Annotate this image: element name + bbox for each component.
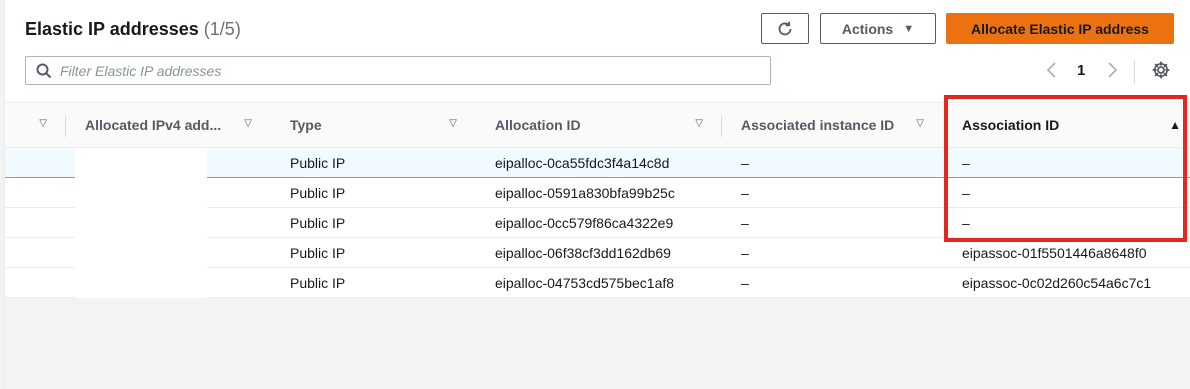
row-select-cell[interactable] [5, 267, 65, 298]
column-header-allocation-id[interactable]: Allocation ID ▽ [475, 102, 721, 148]
instance-id-cell: – [721, 147, 942, 178]
allocation-id-cell[interactable]: eipalloc-0591a830bfa99b25c [475, 177, 721, 208]
column-header-type[interactable]: Type ▽ [270, 102, 475, 148]
chevron-left-icon [1046, 62, 1056, 78]
gear-icon [1152, 61, 1170, 79]
previous-page-button[interactable] [1045, 60, 1059, 85]
association-id-cell: – [942, 177, 1190, 208]
sort-icon: ▽ [695, 118, 703, 129]
allocation-id-cell[interactable]: eipalloc-0ca55fdc3f4a14c8d [475, 147, 721, 178]
sort-icon: ▽ [916, 118, 924, 129]
instance-id-cell: – [721, 177, 942, 208]
association-id-cell[interactable]: eipassoc-0c02d260c54a6c7c1 [942, 267, 1190, 298]
sort-icon: ▽ [39, 118, 47, 129]
refresh-button[interactable] [761, 13, 809, 44]
pager-divider [1134, 60, 1135, 84]
row-select-cell[interactable] [5, 177, 65, 208]
sort-icon: ▽ [449, 118, 457, 129]
panel-header: Elastic IP addresses (1/5) Actions ▼ All… [5, 0, 1190, 102]
row-select-cell[interactable] [5, 237, 65, 268]
current-page-number[interactable]: 1 [1077, 62, 1085, 79]
type-cell: Public IP [270, 147, 475, 178]
column-header-association-id[interactable]: Association ID ▲ [942, 102, 1190, 148]
instance-id-cell: – [721, 207, 942, 238]
table-header-row: ▽ Allocated IPv4 add... ▽ Type ▽ Allocat… [5, 102, 1190, 148]
chevron-right-icon [1108, 62, 1118, 78]
type-cell: Public IP [270, 177, 475, 208]
instance-id-cell: – [721, 237, 942, 268]
page-title: Elastic IP addresses (1/5) [25, 19, 241, 39]
actions-dropdown-button[interactable]: Actions ▼ [820, 13, 936, 44]
column-divider [65, 115, 66, 137]
allocation-id-cell[interactable]: eipalloc-06f38cf3dd162db69 [475, 237, 721, 268]
allocate-label: Allocate Elastic IP address [971, 20, 1149, 37]
preferences-button[interactable] [1151, 60, 1171, 85]
row-select-cell[interactable] [5, 207, 65, 238]
type-cell: Public IP [270, 207, 475, 238]
sort-ascending-icon: ▲ [1169, 118, 1181, 132]
allocate-elastic-ip-button[interactable]: Allocate Elastic IP address [946, 13, 1174, 44]
redaction-mask [75, 148, 207, 298]
type-cell: Public IP [270, 237, 475, 268]
search-input[interactable] [60, 61, 760, 81]
allocation-id-cell[interactable]: eipalloc-04753cd575bec1af8 [475, 267, 721, 298]
association-id-cell[interactable]: eipassoc-01f5501446a8648f0 [942, 237, 1190, 268]
type-cell: Public IP [270, 267, 475, 298]
row-select-cell[interactable] [5, 147, 65, 178]
column-header-allocated-ipv4[interactable]: Allocated IPv4 add... ▽ [65, 102, 270, 148]
column-header-associated-instance-id[interactable]: Associated instance ID ▽ [721, 102, 942, 148]
search-icon [36, 63, 52, 79]
actions-label: Actions [841, 20, 894, 37]
refresh-icon [778, 21, 792, 35]
instance-id-cell: – [721, 267, 942, 298]
column-divider [721, 115, 722, 137]
search-field[interactable] [25, 56, 771, 85]
caret-down-icon: ▼ [903, 22, 915, 35]
association-id-cell: – [942, 207, 1190, 238]
next-page-button[interactable] [1105, 60, 1119, 85]
column-header-select[interactable]: ▽ [5, 102, 65, 148]
association-id-cell: – [942, 147, 1190, 178]
selection-count: (1/5) [203, 19, 241, 39]
elastic-ip-panel: Elastic IP addresses (1/5) Actions ▼ All… [4, 0, 1190, 389]
allocation-id-cell[interactable]: eipalloc-0cc579f86ca4322e9 [475, 207, 721, 238]
sort-icon: ▽ [244, 118, 252, 129]
